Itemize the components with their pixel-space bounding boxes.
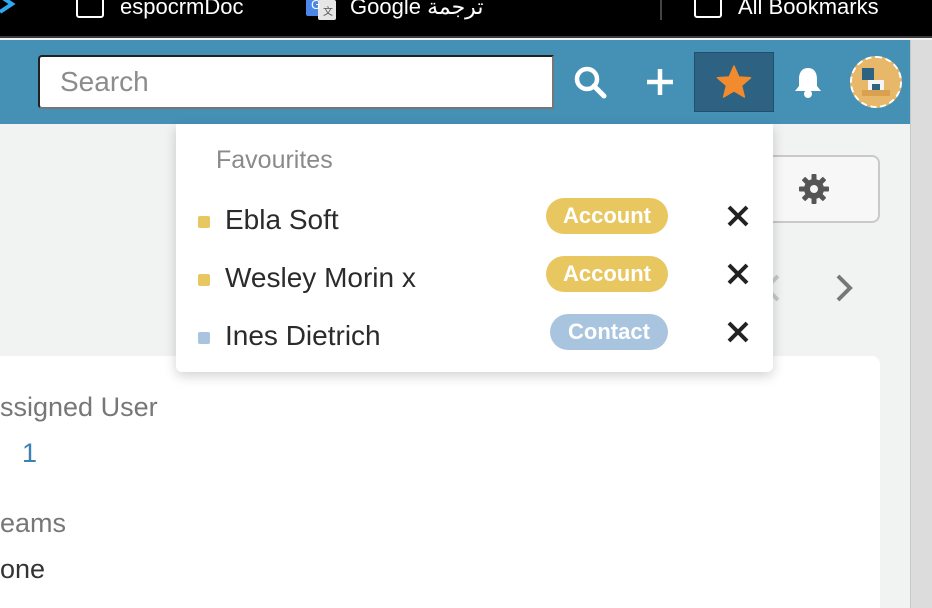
teams-value: one [0, 554, 46, 584]
bookmarks-bar: espocrmDoc G 文 Google ترجمة All Bookmark… [0, 0, 932, 38]
chevron-right-icon[interactable] [832, 270, 856, 306]
remove-favourite-button[interactable] [724, 318, 752, 346]
remove-favourite-button[interactable] [724, 260, 752, 288]
gear-icon [799, 174, 829, 204]
assigned-user-label: ssigned User [0, 392, 158, 422]
plus-icon [647, 69, 673, 95]
top-navbar [0, 40, 910, 124]
entity-color-dot [198, 332, 210, 344]
list-item[interactable]: Ines Dietrich Contact [176, 312, 773, 362]
favourites-dropdown: Favourites Ebla Soft Account Wesley Mori… [176, 124, 773, 372]
favourites-button[interactable] [694, 52, 774, 112]
close-icon [727, 321, 749, 343]
search-input[interactable] [38, 55, 554, 109]
bookmark-label: Google ترجمة [350, 0, 484, 19]
folder-icon [694, 0, 722, 18]
browser-logo-icon [0, 0, 16, 14]
list-item[interactable]: Ebla Soft Account [176, 196, 773, 246]
folder-icon [76, 0, 104, 18]
teams-label: eams [0, 508, 67, 538]
star-icon [716, 65, 752, 98]
detail-panel: ssigned User 1 eams one [0, 356, 880, 608]
entity-type-badge: Account [546, 256, 668, 292]
scrollbar[interactable] [910, 40, 932, 608]
remove-favourite-button[interactable] [724, 202, 752, 230]
entity-type-badge: Account [546, 198, 668, 234]
avatar[interactable] [850, 56, 902, 108]
bookmark-all-bookmarks[interactable]: All Bookmarks [694, 0, 879, 22]
bookmark-espocrmdoc[interactable]: espocrmDoc [76, 0, 243, 22]
favourites-title: Favourites [216, 146, 333, 174]
bookmark-google-translate[interactable]: G 文 Google ترجمة [306, 0, 483, 22]
entity-color-dot [198, 216, 210, 228]
favourite-name[interactable]: Ebla Soft [225, 204, 339, 236]
quick-create-button[interactable] [630, 52, 690, 112]
bookmark-label: All Bookmarks [738, 0, 879, 19]
close-icon [727, 263, 749, 285]
close-icon [727, 205, 749, 227]
assigned-user-value[interactable]: 1 [22, 438, 37, 469]
bookmark-label: espocrmDoc [120, 0, 244, 19]
google-translate-icon: G 文 [306, 0, 336, 20]
entity-color-dot [198, 274, 210, 286]
search-button[interactable] [560, 52, 620, 112]
bell-icon [795, 68, 821, 98]
search-icon [574, 66, 607, 99]
notifications-button[interactable] [780, 52, 836, 112]
entity-type-badge: Contact [550, 314, 668, 350]
favourite-name[interactable]: Wesley Morin x [225, 262, 416, 294]
svg-text:文: 文 [323, 5, 333, 18]
favourite-name[interactable]: Ines Dietrich [225, 320, 381, 352]
list-item[interactable]: Wesley Morin x Account [176, 254, 773, 304]
avatar-pattern-icon [852, 58, 900, 106]
bookmarks-separator [660, 0, 662, 20]
svg-text:G: G [311, 0, 320, 12]
